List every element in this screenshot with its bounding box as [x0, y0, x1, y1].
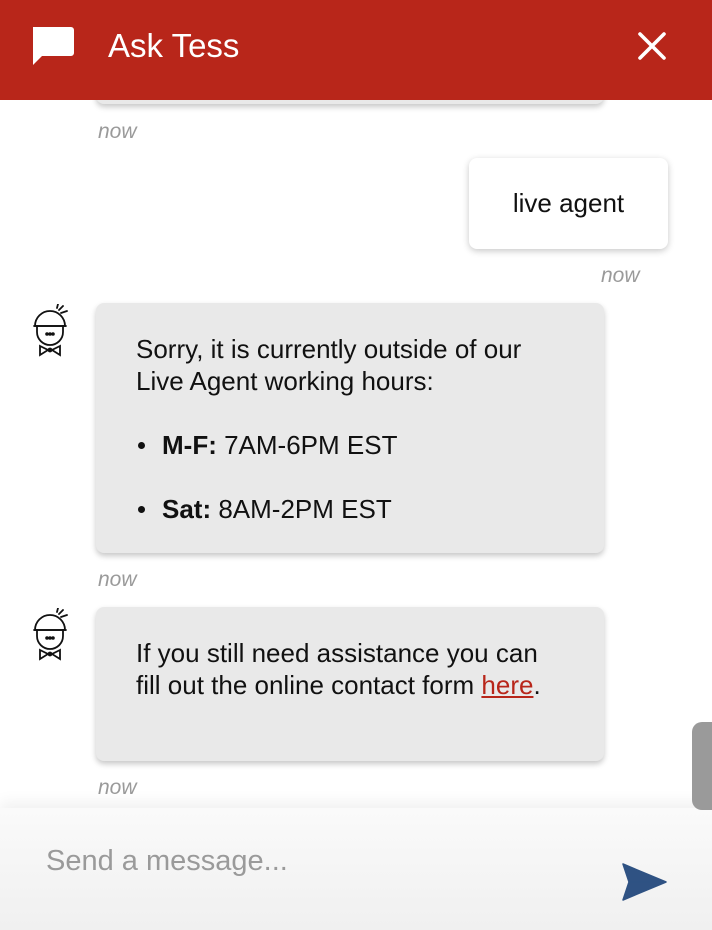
message-input[interactable] [44, 838, 588, 884]
bot-message-bubble [96, 100, 604, 104]
close-icon[interactable] [628, 22, 676, 70]
hours-intro-text: Sorry, it is currently outside of our Li… [136, 334, 522, 396]
message-timestamp: now [98, 776, 137, 799]
message-timestamp: now [98, 568, 137, 591]
chat-header: Ask Tess [0, 0, 712, 100]
scrollbar-thumb[interactable] [692, 722, 712, 810]
hours-time-value: 8AM-2PM EST [211, 494, 392, 524]
bot-message-bubble: Sorry, it is currently outside of our Li… [96, 303, 604, 553]
user-message-text: live agent [512, 188, 625, 218]
hours-day-label: Sat: [162, 494, 212, 524]
hours-item: Sat: 8AM-2PM EST [136, 493, 564, 525]
bot-message-bubble: If you still need assistance you can fil… [96, 607, 604, 761]
hours-day-label: M-F: [162, 430, 217, 460]
grill-chef-icon [33, 304, 68, 357]
message-timestamp: now [98, 120, 137, 143]
message-list[interactable]: now live agent now Sorry, it is currentl… [0, 100, 712, 808]
send-icon[interactable] [620, 860, 668, 904]
hours-item: M-F: 7AM-6PM EST [136, 429, 564, 461]
message-timestamp: now [601, 264, 640, 287]
chat-bubble-icon [33, 27, 74, 65]
chat-widget: Ask Tess now live agent now Sorry, it is… [0, 0, 712, 930]
contact-form-text-end: . [533, 670, 541, 700]
contact-form-link[interactable]: here [481, 670, 533, 700]
grill-chef-icon [33, 608, 68, 661]
chat-title: Ask Tess [108, 27, 240, 64]
hours-list: M-F: 7AM-6PM EST Sat: 8AM-2PM EST [136, 429, 564, 525]
hours-time-value: 7AM-6PM EST [216, 430, 398, 460]
message-composer [0, 808, 712, 930]
user-message-bubble: live agent [469, 158, 668, 249]
contact-form-text: If you still need assistance you can fil… [136, 638, 538, 700]
